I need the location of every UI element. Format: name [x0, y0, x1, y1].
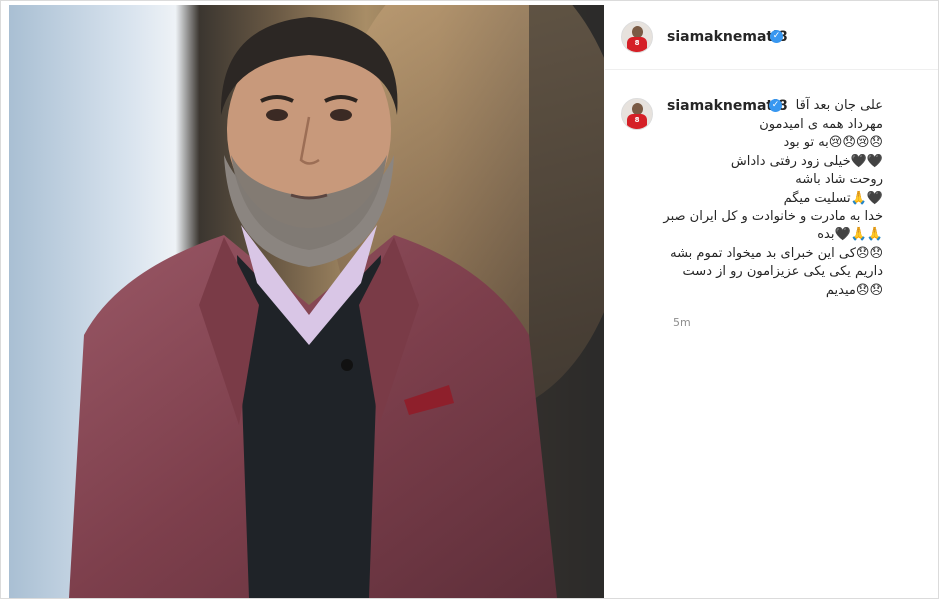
portrait-illustration	[69, 5, 604, 598]
caption-line: 🙏🙏🖤بده	[817, 227, 883, 243]
caption-line: 🖤🙏تسلیت میگم	[783, 190, 883, 206]
caption-line: 😞😞کی این خبرای بد میخواد تموم بشه	[670, 245, 883, 261]
caption-avatar-number: 8	[634, 116, 640, 124]
caption-avatar[interactable]: 8	[621, 98, 653, 130]
verified-badge-icon: ✓	[770, 30, 783, 43]
caption-text: مهرداد همه ی امیدمون 😞😢😞😢به تو بود 🖤🖤خیل…	[663, 116, 883, 300]
caption-line: روحت شاد باشه	[795, 172, 883, 188]
caption-line: مهرداد همه ی امیدمون	[759, 117, 883, 132]
caption-line: 😞😞میدیم	[825, 282, 883, 298]
caption-line: داریم یکی یکی عزیزامون رو از دست	[682, 264, 883, 280]
caption-line: 🖤🖤خیلی زود رفتی داداش	[730, 153, 883, 169]
caption-line: خدا به مادرت و خانوادت و کل ایران صبر	[663, 209, 883, 225]
avatar-jersey-number: 8	[634, 39, 640, 47]
caption-line: 😞😢😞😢به تو بود	[783, 135, 883, 151]
caption-verified-badge-icon: ✓	[769, 99, 782, 112]
post-timestamp[interactable]: 5m	[673, 316, 691, 329]
author-avatar[interactable]: 8	[621, 21, 653, 53]
post-modal: 8 siamaknemati8 ✓ 8 siamaknemati8 ✓ علی …	[0, 0, 939, 599]
caption-first-line: علی جان بعد آقا	[795, 98, 883, 113]
post-side-panel: 8 siamaknemati8 ✓ 8 siamaknemati8 ✓ علی …	[605, 5, 938, 598]
post-photo[interactable]	[9, 5, 604, 598]
post-header: 8 siamaknemati8 ✓	[605, 5, 938, 70]
